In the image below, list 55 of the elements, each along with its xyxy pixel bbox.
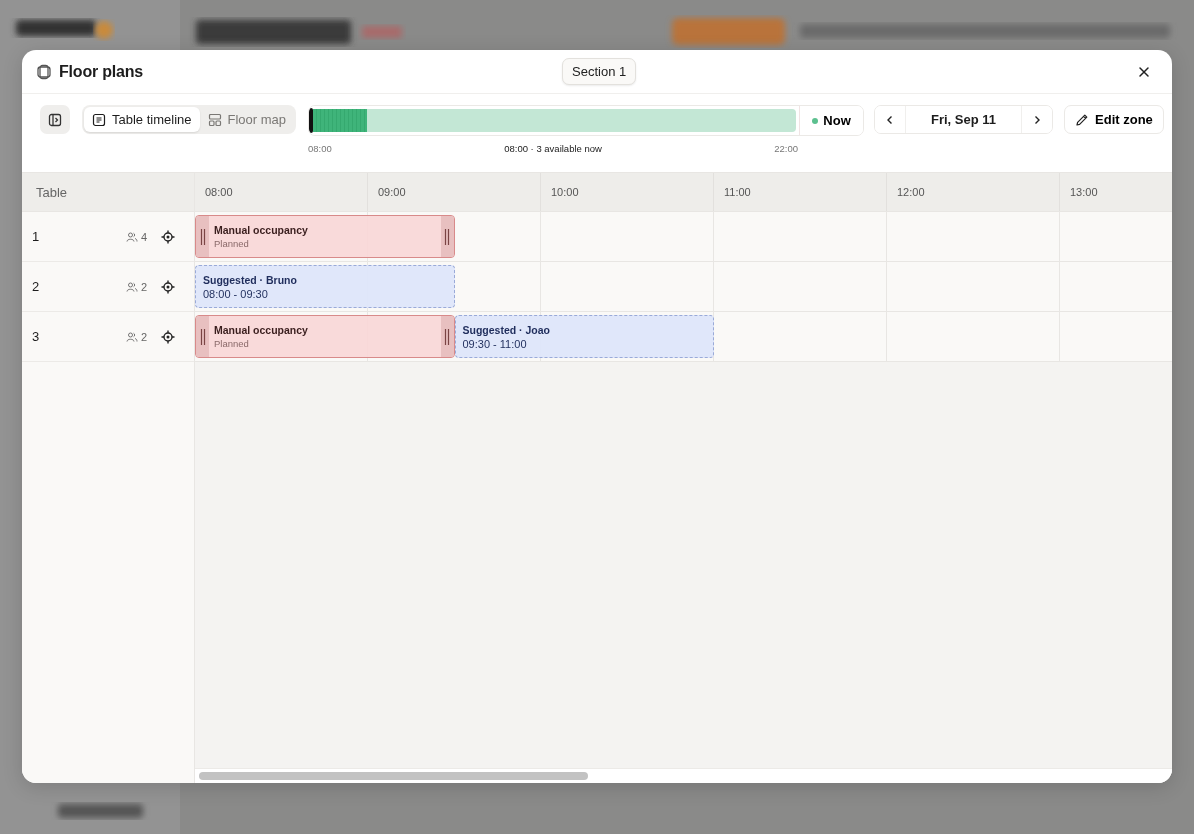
edit-zone-button[interactable]: Edit zone: [1064, 105, 1164, 134]
sidebar-toggle-button[interactable]: [40, 105, 70, 134]
booking-title: Suggested · Bruno: [203, 273, 298, 286]
previous-day-button[interactable]: [875, 106, 907, 133]
section-button[interactable]: Section 1: [562, 58, 637, 85]
date-label: Fri, Sep 11: [930, 111, 998, 129]
locate-icon[interactable]: [161, 279, 175, 294]
hour-label: 10:00: [551, 186, 579, 198]
table-number: 3: [32, 329, 41, 344]
list-icon: [92, 112, 106, 127]
end-time-label: 22:00: [774, 143, 799, 154]
seat-count: 4: [140, 230, 147, 243]
floor-plans-icon: [36, 63, 52, 80]
suggestion-block[interactable]: Suggested · Bruno 08:00 - 09:30: [195, 265, 455, 308]
seat-count: 2: [140, 330, 147, 343]
table-number: 1: [32, 229, 41, 244]
suggestion-block[interactable]: Suggested · Joao 09:30 - 11:00: [454, 315, 714, 358]
layout-icon: [207, 112, 222, 127]
occupancy-block[interactable]: Manual occupancy Planned: [195, 215, 455, 258]
drag-handle-icon[interactable]: [444, 327, 450, 346]
booking-status: Planned: [214, 238, 250, 249]
hour-label: 09:00: [378, 186, 406, 198]
view-tab[interactable]: Table timeline: [84, 107, 200, 132]
hour-label: 11:00: [724, 186, 751, 198]
people-icon: [125, 280, 138, 293]
dialog-title: Floor plans: [59, 62, 144, 81]
sidebar-icon: [48, 112, 62, 127]
locate-icon[interactable]: [161, 329, 175, 344]
horizontal-scrollbar[interactable]: [195, 768, 1172, 783]
booking-title: Manual occupancy: [214, 324, 309, 336]
pencil-icon: [1075, 112, 1090, 127]
booking-title: Manual occupancy: [214, 224, 309, 236]
booking-status: Planned: [214, 338, 250, 349]
start-time-label: 08:00: [308, 143, 332, 154]
booking-time: 08:00 - 09:30: [203, 287, 269, 300]
hour-label: 12:00: [897, 186, 925, 198]
people-icon: [125, 330, 138, 343]
booking-time: 09:30 - 11:00: [462, 337, 528, 350]
view-tab[interactable]: Floor map: [199, 107, 295, 132]
people-icon: [125, 230, 138, 243]
table-number: 2: [32, 279, 41, 294]
drag-handle-icon[interactable]: [199, 227, 206, 246]
hour-label: 13:00: [1070, 186, 1098, 198]
booking-title: Suggested · Joao: [462, 323, 551, 336]
drag-handle-icon[interactable]: [199, 327, 206, 346]
column-header: Table: [36, 184, 68, 200]
next-day-button[interactable]: [1021, 106, 1053, 133]
seat-count: 2: [140, 280, 147, 293]
locate-icon[interactable]: [161, 229, 175, 244]
close-icon[interactable]: [1138, 65, 1150, 78]
availability-status: 08:00 · 3 available now: [504, 143, 602, 154]
occupancy-block[interactable]: Manual occupancy Planned: [195, 315, 455, 358]
drag-handle-icon[interactable]: [444, 227, 450, 246]
hour-label: 08:00: [205, 186, 233, 198]
now-button[interactable]: Now: [799, 106, 864, 135]
